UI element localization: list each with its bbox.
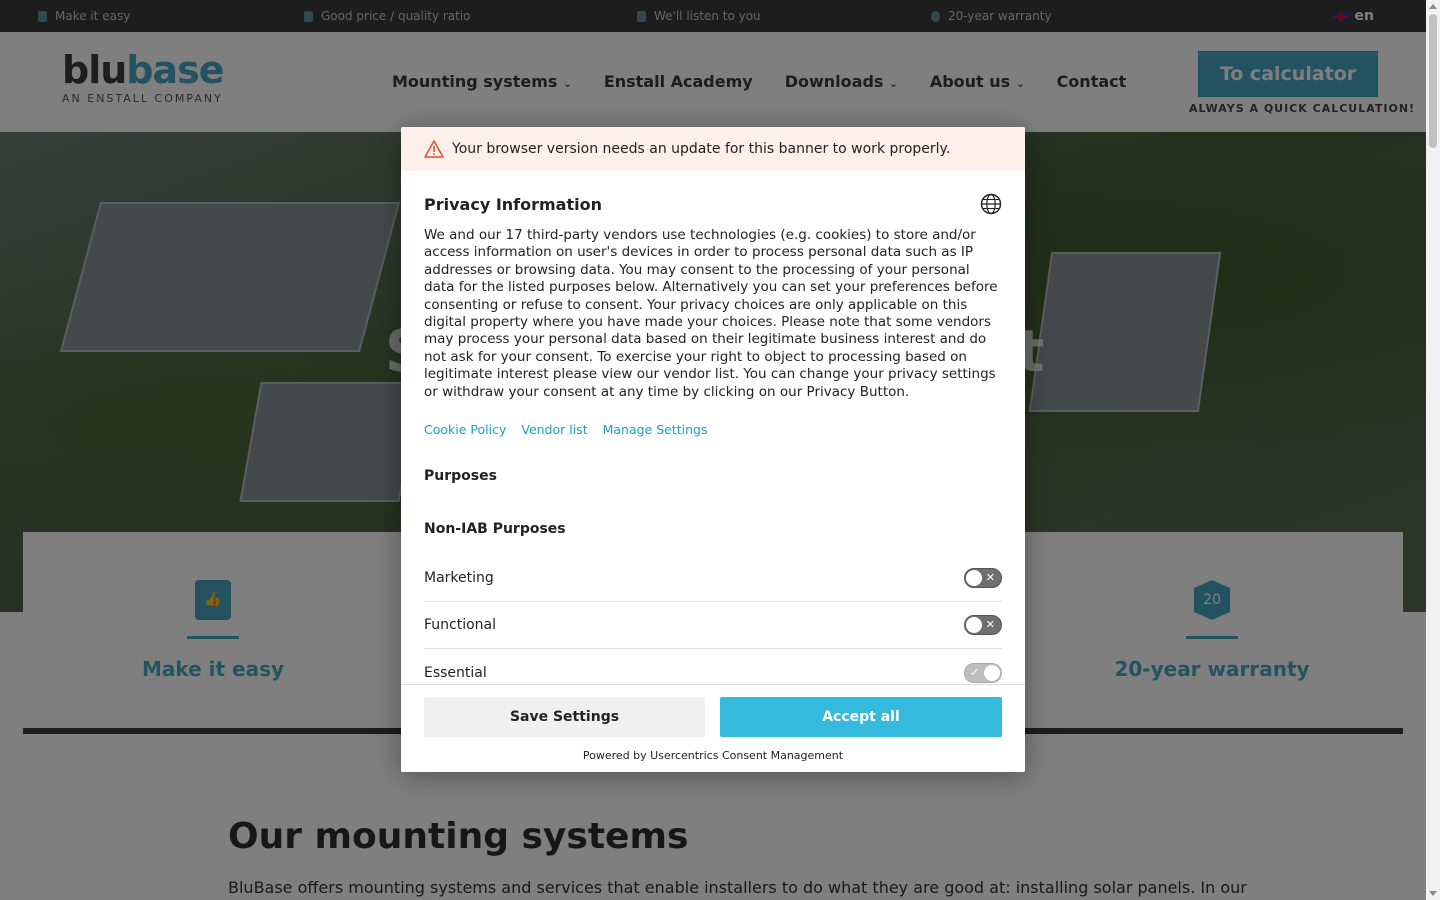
accept-all-button[interactable]: Accept all	[720, 697, 1002, 737]
essential-toggle: ✓	[964, 662, 1002, 683]
consent-dialog: Your browser version needs an update for…	[401, 127, 1025, 772]
powered-by-text: Powered by Usercentrics Consent Manageme…	[582, 749, 844, 762]
manage-settings-link[interactable]: Manage Settings	[603, 422, 708, 437]
scroll-thumb[interactable]	[1429, 14, 1437, 148]
scroll-down-arrow-icon[interactable]	[1429, 891, 1437, 896]
consent-body: Privacy Information We and our 17 third-…	[424, 171, 1002, 696]
check-icon: ✓	[970, 665, 980, 679]
globe-language-icon[interactable]	[980, 193, 1002, 215]
functional-toggle[interactable]: ✕	[964, 615, 1002, 636]
consent-description: We and our 17 third-party vendors use te…	[424, 227, 998, 400]
browser-warning-banner: Your browser version needs an update for…	[401, 127, 1025, 171]
x-icon: ✕	[985, 618, 995, 632]
page-scrollbar[interactable]	[1426, 0, 1440, 900]
purpose-toggle-list: Marketing ✕ Functional ✕ Essential ✓	[424, 555, 1002, 696]
consent-title: Privacy Information	[424, 195, 602, 214]
toggle-row-marketing: Marketing ✕	[424, 555, 1002, 603]
save-settings-button[interactable]: Save Settings	[424, 697, 705, 737]
toggle-row-functional: Functional ✕	[424, 602, 1002, 650]
vendor-list-link[interactable]: Vendor list	[521, 422, 587, 437]
consent-links: Cookie Policy Vendor list Manage Setting…	[424, 422, 1002, 437]
non-iab-purposes-heading: Non-IAB Purposes	[424, 521, 566, 538]
consent-footer: Save Settings Accept all Powered by User…	[401, 684, 1025, 772]
warning-icon	[424, 140, 444, 158]
scroll-up-arrow-icon[interactable]	[1429, 4, 1437, 9]
purposes-heading: Purposes	[424, 468, 497, 485]
cookie-policy-link[interactable]: Cookie Policy	[424, 422, 506, 437]
marketing-toggle[interactable]: ✕	[964, 568, 1002, 589]
x-icon: ✕	[985, 571, 995, 585]
